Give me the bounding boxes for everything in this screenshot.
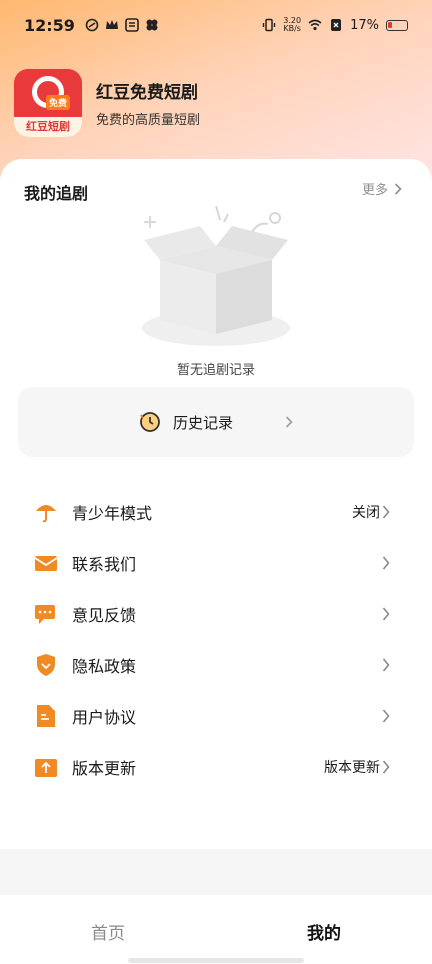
umbrella-icon: [36, 504, 56, 522]
upload-icon: [35, 758, 57, 777]
network-speed: 3.20 KB/s: [283, 17, 301, 33]
menu-label: 隐私政策: [72, 656, 137, 676]
vibrate-icon: [263, 18, 276, 32]
app-header: 免费 红豆短剧 红豆免费短剧 免费的高质量短剧: [14, 69, 200, 137]
clover-icon: [146, 19, 158, 31]
document-icon: [37, 704, 55, 727]
history-label: 历史记录: [172, 413, 233, 432]
following-title: 我的追剧: [24, 184, 89, 203]
crown-icon: [105, 20, 118, 29]
network-speed-unit: KB/s: [283, 24, 301, 33]
chat-icon: [35, 604, 55, 624]
battery-percent: 17%: [350, 17, 379, 33]
footer-spacer: [0, 849, 432, 895]
more-label: 更多: [361, 183, 388, 198]
menu-item-feedback[interactable]: 意见反馈: [0, 588, 432, 639]
menu-label: 用户协议: [72, 707, 137, 727]
menu-label: 版本更新: [72, 758, 137, 778]
chevron-right-icon: [382, 504, 390, 519]
chevron-right-icon: [382, 759, 390, 774]
empty-state-text: 暂无追剧记录: [176, 363, 255, 378]
chevron-right-icon: [394, 182, 402, 195]
tab-mine[interactable]: 我的: [216, 895, 432, 964]
chevron-right-icon: [382, 555, 390, 570]
sim-off-icon: [331, 19, 342, 31]
chevron-right-icon: [382, 708, 390, 723]
battery-icon: [386, 19, 408, 31]
main-content: 我的追剧 更多 暂无追剧记录 历史记录 青少年模式 关闭 联系我们 意见反馈 隐…: [0, 159, 432, 899]
menu-label: 联系我们: [72, 554, 137, 574]
logo-tag: 免费: [46, 95, 71, 110]
chevron-right-icon: [285, 416, 293, 428]
wifi-icon: [308, 19, 322, 31]
app-name: 红豆免费短剧: [96, 83, 198, 103]
mail-icon: [34, 555, 58, 571]
app-notification-icon: [85, 18, 99, 32]
chevron-right-icon: [382, 606, 390, 621]
menu-label: 意见反馈: [72, 605, 137, 625]
app-slogan: 免费的高质量短剧: [96, 113, 201, 128]
menu-value: 版本更新: [324, 759, 380, 776]
home-indicator[interactable]: [128, 958, 304, 963]
tab-home[interactable]: 首页: [0, 895, 216, 964]
menu-item-privacy-policy[interactable]: 隐私政策: [0, 639, 432, 690]
clock-icon: [140, 412, 160, 432]
empty-box-icon: [142, 205, 290, 346]
history-button[interactable]: 历史记录: [18, 387, 414, 457]
menu-item-version-update[interactable]: 版本更新 版本更新: [0, 741, 432, 792]
news-icon: [125, 18, 139, 32]
bottom-tab-bar: 首页 我的: [0, 895, 432, 964]
status-bar: 12:59 3.20 KB/s 17%: [0, 0, 432, 50]
app-logo: 免费 红豆短剧: [14, 69, 82, 137]
chevron-right-icon: [382, 657, 390, 672]
menu-value: 关闭: [352, 504, 380, 521]
logo-banner: 红豆短剧: [14, 117, 82, 137]
status-time: 12:59: [24, 15, 75, 35]
menu-item-user-agreement[interactable]: 用户协议: [0, 690, 432, 741]
menu-item-contact-us[interactable]: 联系我们: [0, 537, 432, 588]
shield-icon: [37, 653, 55, 676]
settings-menu: 青少年模式 关闭 联系我们 意见反馈 隐私政策 用户协议 版本更新 版本更新: [0, 486, 432, 792]
more-button[interactable]: 更多: [362, 179, 402, 198]
menu-label: 青少年模式: [72, 503, 153, 523]
menu-item-youth-mode[interactable]: 青少年模式 关闭: [0, 486, 432, 537]
